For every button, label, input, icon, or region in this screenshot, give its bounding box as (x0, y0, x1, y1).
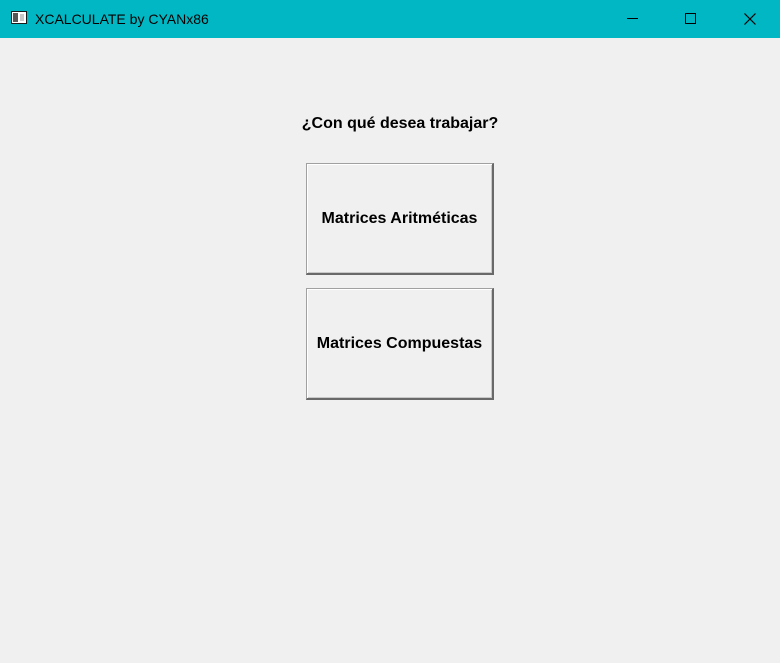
title-bar[interactable]: XCALCULATE by CYANx86 (0, 0, 780, 38)
minimize-icon (627, 18, 638, 19)
close-icon (744, 13, 756, 25)
app-icon (11, 11, 27, 24)
maximize-icon (685, 13, 696, 24)
matrices-compuestas-button[interactable]: Matrices Compuestas (306, 288, 494, 400)
minimize-button[interactable] (604, 0, 662, 38)
close-button[interactable] (721, 0, 780, 38)
maximize-button[interactable] (662, 0, 720, 38)
matrices-aritmeticas-button[interactable]: Matrices Aritméticas (306, 163, 494, 275)
prompt-label: ¿Con qué desea trabajar? (301, 115, 499, 132)
window-title: XCALCULATE by CYANx86 (35, 11, 209, 27)
app-window: XCALCULATE by CYANx86 ¿Con qué desea tra… (0, 0, 780, 663)
